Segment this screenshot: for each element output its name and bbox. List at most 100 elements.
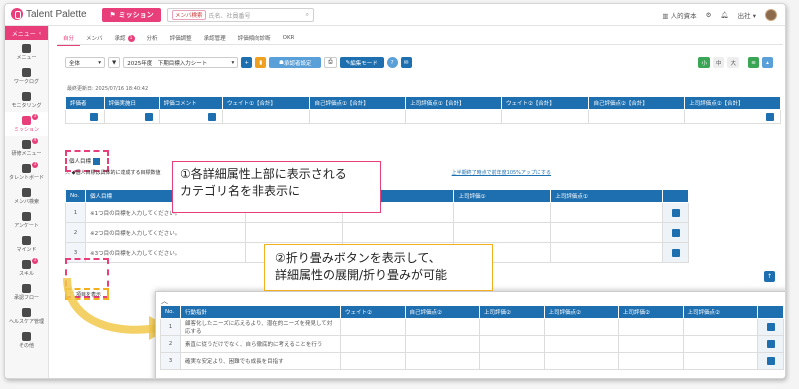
avatar[interactable]	[765, 9, 777, 21]
search-input[interactable]: 氏名、社員番号	[209, 11, 251, 20]
logo-text: Talent Palette	[26, 8, 87, 20]
sidebar-item-3[interactable]: ミッション 1	[5, 112, 48, 136]
eval-table-header: 評価者	[65, 96, 105, 110]
group-link[interactable]: 上半期終了時点で前年度105%アップにする	[452, 169, 551, 176]
row-cell	[453, 222, 552, 243]
sidebar-item-10[interactable]: 承認フロー	[5, 280, 48, 304]
eval-table-cell	[309, 109, 407, 124]
eval-table-header: 上司評価点②【合計】	[684, 96, 781, 110]
mail-button[interactable]: ✉	[400, 57, 412, 68]
row-number: 2	[65, 222, 86, 243]
row-cell	[340, 335, 406, 353]
row-cell	[550, 222, 663, 243]
eval-table-cell	[500, 109, 590, 124]
sidebar-item-9[interactable]: スキル 1	[5, 256, 48, 280]
table-row: 1 顧客化したニーズに応えるより、潜在的ニーズを発見して対応する	[160, 318, 784, 336]
edit-icon[interactable]	[671, 228, 680, 237]
app-logo[interactable]: Talent Palette	[11, 8, 87, 20]
tab-label: 自分	[63, 36, 75, 42]
mission-button[interactable]: ⚑ ミッション	[102, 8, 161, 22]
list-view-button[interactable]: ≡	[748, 57, 759, 68]
sidebar-item-11[interactable]: ヘルスケア管理	[5, 304, 48, 328]
search-icon[interactable]: ⌕	[306, 11, 309, 19]
edit-column-header	[662, 189, 689, 203]
sidebar-icon	[22, 67, 31, 77]
scope-select[interactable]: 全体 ▾	[65, 57, 105, 68]
action-table-header: 上司評価点②	[682, 305, 759, 319]
scroll-top-button[interactable]: ↑	[764, 271, 775, 282]
row-cell	[617, 335, 684, 353]
right-tools: 小 中 大 ≡ ▴	[698, 57, 773, 68]
sidebar-item-8[interactable]: マインド	[5, 232, 48, 256]
sidebar-item-label: モニタリング	[11, 102, 42, 109]
edit-icon[interactable]	[208, 112, 217, 121]
add-button[interactable]: +	[241, 57, 253, 68]
edit-icon[interactable]	[766, 112, 774, 121]
member-search[interactable]: メンバ検索 氏名、社員番号 ⌕	[167, 8, 314, 22]
sidebar-badge: 4	[32, 138, 38, 144]
sidebar-item-6[interactable]: メンバ検索	[5, 184, 48, 208]
sidebar-item-7[interactable]: アンケート	[5, 208, 48, 232]
sidebar-icon	[22, 331, 31, 341]
size-large-button[interactable]: 大	[727, 57, 739, 68]
question-icon: ?	[390, 59, 394, 66]
edit-icon[interactable]	[144, 112, 153, 121]
sidebar-item-label: タレントボード	[8, 174, 44, 181]
chevron-down-icon: ▾	[98, 59, 101, 66]
category-toggle-icon[interactable]	[93, 157, 101, 165]
size-small-button[interactable]: 小	[698, 57, 710, 68]
collapse-icon[interactable]: ︿	[65, 170, 72, 176]
menu-toggle[interactable]: メニュー ‹	[5, 26, 48, 40]
row-cell	[550, 242, 663, 263]
settings-icon[interactable]: ⚙	[706, 11, 712, 19]
period-select[interactable]: 2025年度 下期目標入力シート ▾	[123, 57, 239, 68]
edit-mode-button[interactable]: ✎ 編集モード	[339, 57, 384, 68]
sidebar-item-12[interactable]: その他	[5, 328, 48, 352]
eval-table-header: ウェイト①【合計】	[222, 96, 311, 110]
edit-icon[interactable]	[766, 340, 775, 348]
tab-label: 分析	[146, 36, 158, 42]
sidebar-item-0[interactable]: メニュー	[5, 40, 48, 64]
help-button[interactable]: ?	[386, 57, 398, 68]
row-cell	[617, 352, 684, 370]
approver-settings-button[interactable]: ☗ 承認者設定	[269, 57, 322, 68]
size-small-label: 小	[701, 60, 707, 67]
action-table-header: 上司評価点②	[543, 305, 619, 319]
filter-button[interactable]: ▼	[108, 57, 121, 68]
tab-label: OKR	[282, 35, 295, 41]
row-text: 確実な安定より、困難でも成長を目指す	[180, 352, 341, 370]
collapse-up-button[interactable]: ▴	[762, 57, 773, 68]
group-header-text: 個人目標は具体的に達成する目標数値	[75, 170, 161, 176]
row-cell	[340, 318, 406, 336]
eval-table-header: 評価実施日	[103, 96, 160, 110]
sidebar-item-label: メンバ検索	[13, 198, 39, 205]
edit-icon[interactable]	[671, 248, 680, 257]
tab-badge: 1	[127, 34, 135, 42]
bell-icon[interactable]: 🔔︎	[720, 11, 728, 19]
sidebar-icon	[22, 163, 31, 173]
callout-hide-category: ①各詳細属性上部に表示される カテゴリ名を非表示に	[172, 161, 381, 213]
row-cell	[453, 202, 552, 223]
size-mid-button[interactable]: 中	[712, 57, 725, 68]
sidebar-item-5[interactable]: タレントボード 1	[5, 160, 48, 184]
edit-icon[interactable]	[89, 112, 98, 121]
row-text: ※2つ目の目標を入力してください。	[85, 222, 246, 243]
sidebar-item-4[interactable]: 研修メニュー 4	[5, 136, 48, 160]
sidebar-item-1[interactable]: ワークログ	[5, 64, 48, 88]
eval-table-header: ウェイト②【合計】	[500, 96, 590, 110]
edit-icon[interactable]	[766, 357, 775, 365]
edit-icon[interactable]	[671, 208, 680, 217]
action-guideline-table: No. 行動指針 ウェイト② 自己評価点② 上司評価② 上司評価点② 上司評価② 上司評価点②…	[160, 305, 784, 370]
user-menu[interactable]: 出社 ▾	[738, 10, 756, 20]
capital-link[interactable]: ▥ 人的資本	[662, 10, 696, 20]
sidebar-item-2[interactable]: モニタリング	[5, 88, 48, 112]
delete-button[interactable]: ▮	[255, 57, 267, 68]
print-button[interactable]: ⎙	[324, 57, 337, 68]
row-number: 1	[160, 318, 181, 336]
row-cell	[682, 335, 759, 353]
size-large-label: 大	[730, 60, 736, 67]
edit-icon[interactable]	[766, 323, 775, 331]
sidebar-icon	[22, 307, 31, 317]
row-cell	[478, 352, 545, 370]
goal-table-header: No.	[65, 189, 86, 203]
